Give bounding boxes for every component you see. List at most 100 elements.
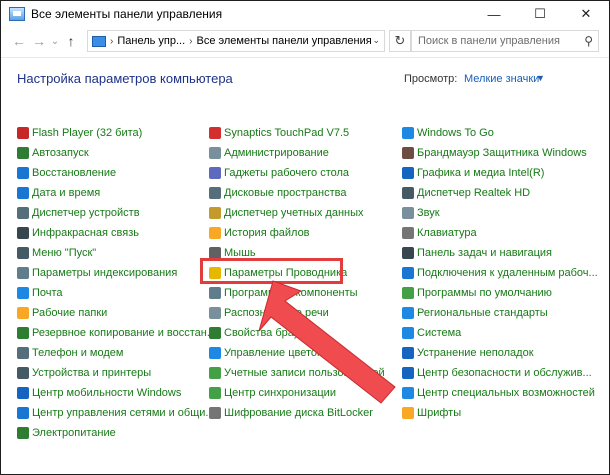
minimize-button[interactable]: —: [471, 1, 517, 27]
list-item-label: Устройства и принтеры: [32, 367, 152, 379]
infrared-icon: [17, 227, 29, 239]
list-item[interactable]: Устранение неполадок: [402, 343, 598, 363]
refresh-button[interactable]: ↻: [389, 30, 411, 52]
list-item[interactable]: Программы и компоненты: [209, 283, 385, 303]
autoplay-icon: [17, 147, 29, 159]
list-item-label: Распознавание речи: [224, 307, 329, 319]
divider: [1, 57, 609, 58]
list-item[interactable]: Электропитание: [17, 423, 216, 443]
list-item-label: Электропитание: [32, 427, 116, 439]
list-item[interactable]: Звук: [402, 203, 598, 223]
list-item-label: Synaptics TouchPad V7.5: [224, 127, 350, 139]
list-item-label: Резервное копирование и восстан...: [32, 327, 217, 339]
list-item[interactable]: Параметры индексирования: [17, 263, 216, 283]
list-item-label: Брандмауэр Защитника Windows: [417, 147, 587, 159]
list-item[interactable]: Windows To Go: [402, 123, 598, 143]
storage-icon: [209, 187, 221, 199]
list-item-label: Windows To Go: [417, 127, 494, 139]
list-item[interactable]: Клавиатура: [402, 223, 598, 243]
list-item-label: Диспетчер устройств: [32, 207, 140, 219]
mail-icon: [17, 287, 29, 299]
breadcrumb-separator: ›: [189, 35, 193, 47]
list-item[interactable]: Графика и медиа Intel(R): [402, 163, 598, 183]
search-input[interactable]: [418, 35, 578, 47]
list-item[interactable]: Учетные записи пользователей: [209, 363, 385, 383]
list-item-label: Почта: [32, 287, 63, 299]
list-item-label: Дата и время: [32, 187, 101, 199]
keyboard-icon: [402, 227, 414, 239]
list-item[interactable]: Центр безопасности и обслужив...: [402, 363, 598, 383]
mobility-icon: [17, 387, 29, 399]
chevron-down-icon[interactable]: ⌄: [372, 35, 380, 46]
list-item[interactable]: Дисковые пространства: [209, 183, 385, 203]
list-item-label: Меню "Пуск": [32, 247, 97, 259]
highlight-box: [200, 258, 343, 284]
list-item[interactable]: Телефон и модем: [17, 343, 216, 363]
list-item[interactable]: Диспетчер Realtek HD: [402, 183, 598, 203]
search-icon[interactable]: ⚲: [584, 34, 593, 48]
items-column-1: Flash Player (32 бита) Автозапуск Восстано…: [17, 123, 216, 443]
list-item[interactable]: История файлов: [209, 223, 385, 243]
list-item-label: Программы и компоненты: [224, 287, 358, 299]
list-item[interactable]: Брандмауэр Защитника Windows: [402, 143, 598, 163]
list-item[interactable]: Synaptics TouchPad V7.5: [209, 123, 385, 143]
windows-to-go-icon: [402, 127, 414, 139]
list-item[interactable]: Устройства и принтеры: [17, 363, 216, 383]
list-item[interactable]: Центр мобильности Windows: [17, 383, 216, 403]
control-panel-window: Все элементы панели управления — ☐ ✕ ← →…: [0, 0, 610, 475]
list-item[interactable]: Региональные стандарты: [402, 303, 598, 323]
list-item[interactable]: Свойства браузера: [209, 323, 385, 343]
indexing-icon: [17, 267, 29, 279]
list-item[interactable]: Flash Player (32 бита): [17, 123, 216, 143]
list-item-label: Телефон и модем: [32, 347, 124, 359]
back-button[interactable]: ←: [9, 30, 29, 52]
dropdown-arrow-icon[interactable]: ▼: [536, 73, 545, 83]
list-item[interactable]: Центр управления сетями и общи...: [17, 403, 216, 423]
list-item[interactable]: Рабочие папки: [17, 303, 216, 323]
search-box: ⚲: [411, 30, 599, 52]
list-item[interactable]: Автозапуск: [17, 143, 216, 163]
list-item[interactable]: Шрифты: [402, 403, 598, 423]
list-item[interactable]: Меню "Пуск": [17, 243, 216, 263]
recent-locations-button[interactable]: ⌄: [49, 30, 61, 52]
up-button[interactable]: ↑: [61, 30, 81, 52]
work-folders-icon: [17, 307, 29, 319]
list-item[interactable]: Система: [402, 323, 598, 343]
list-item[interactable]: Инфракрасная связь: [17, 223, 216, 243]
list-item[interactable]: Администрирование: [209, 143, 385, 163]
list-item[interactable]: Восстановление: [17, 163, 216, 183]
breadcrumb-all-items[interactable]: Все элементы панели управления: [197, 35, 372, 47]
list-item[interactable]: Центр специальных возможностей: [402, 383, 598, 403]
window-controls: — ☐ ✕: [471, 1, 609, 27]
list-item[interactable]: Шифрование диска BitLocker: [209, 403, 385, 423]
file-history-icon: [209, 227, 221, 239]
list-item[interactable]: Почта: [17, 283, 216, 303]
list-item[interactable]: Программы по умолчанию: [402, 283, 598, 303]
printer-icon: [17, 367, 29, 379]
chevron-down-icon: ⌄: [50, 35, 60, 47]
list-item[interactable]: Подключения к удаленным рабоч...: [402, 263, 598, 283]
list-item-label: Управление цветом: [224, 347, 325, 359]
list-item-label: Шрифты: [417, 407, 462, 419]
list-item[interactable]: Диспетчер учетных данных: [209, 203, 385, 223]
maximize-button[interactable]: ☐: [517, 1, 563, 27]
minimize-icon: —: [487, 6, 501, 22]
view-by-dropdown[interactable]: Мелкие значки: [464, 73, 539, 85]
list-item[interactable]: Дата и время: [17, 183, 216, 203]
breadcrumb[interactable]: › Панель упр... › Все элементы панели уп…: [87, 30, 385, 52]
items-column-3: Windows To Go Брандмауэр Защитника Window…: [402, 123, 598, 423]
list-item[interactable]: Распознавание речи: [209, 303, 385, 323]
forward-button[interactable]: →: [29, 30, 49, 52]
phone-icon: [17, 347, 29, 359]
list-item-label: Дисковые пространства: [224, 187, 347, 199]
list-item[interactable]: Гаджеты рабочего стола: [209, 163, 385, 183]
list-item[interactable]: Центр синхронизации: [209, 383, 385, 403]
list-item[interactable]: Управление цветом: [209, 343, 385, 363]
list-item[interactable]: Резервное копирование и восстан...: [17, 323, 216, 343]
close-button[interactable]: ✕: [563, 1, 609, 27]
list-item[interactable]: Диспетчер устройств: [17, 203, 216, 223]
breadcrumb-control-panel[interactable]: Панель упр...: [117, 35, 185, 47]
list-item[interactable]: Панель задач и навигация: [402, 243, 598, 263]
list-item-label: Свойства браузера: [224, 327, 323, 339]
gadgets-icon: [209, 167, 221, 179]
